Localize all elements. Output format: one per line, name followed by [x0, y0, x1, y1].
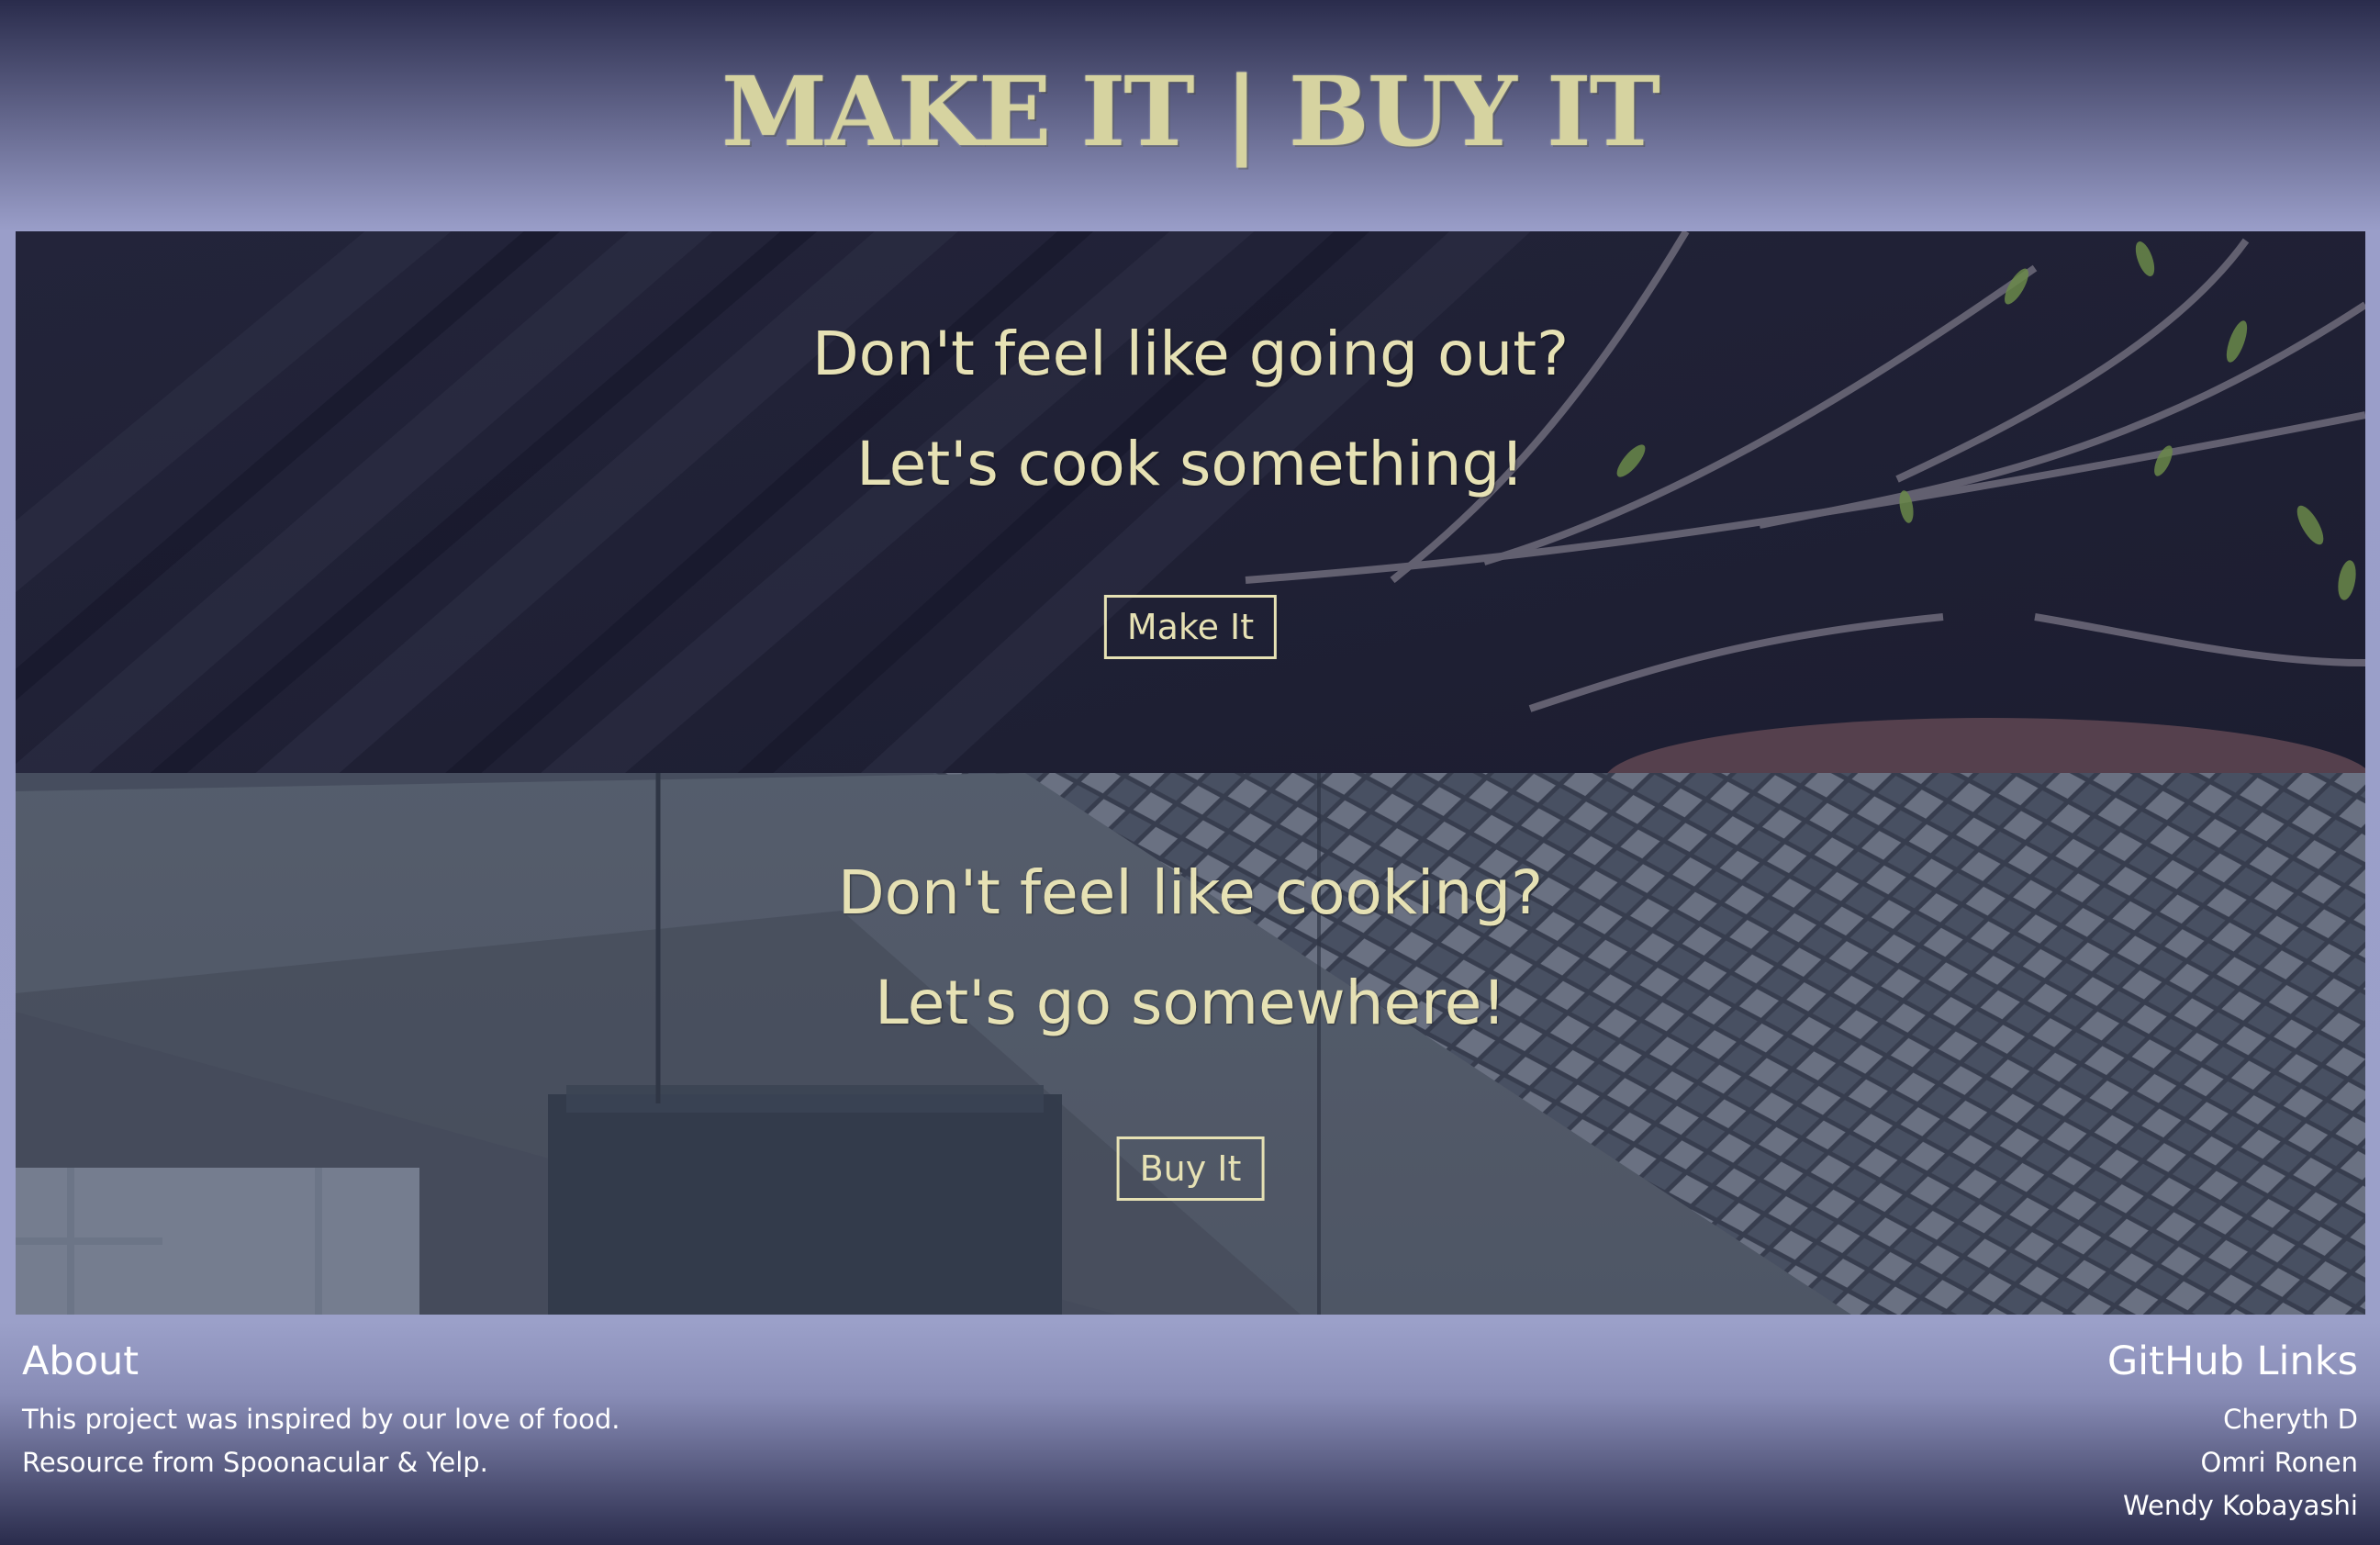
github-link-wendy[interactable]: Wendy Kobayashi: [2107, 1484, 2358, 1528]
footer-github-links: GitHub Links Cheryth D Omri Ronen Wendy …: [2107, 1342, 2358, 1528]
make-it-headline-2: Let's cook something!: [856, 429, 1525, 499]
github-link-omri[interactable]: Omri Ronen: [2107, 1441, 2358, 1484]
github-link-cheryth[interactable]: Cheryth D: [2107, 1398, 2358, 1441]
about-line-1: This project was inspired by our love of…: [22, 1404, 620, 1435]
make-it-headline-1: Don't feel like going out?: [811, 319, 1570, 389]
site-header: MAKE IT | BUY IT: [0, 0, 2380, 231]
buy-it-button[interactable]: Buy It: [1116, 1136, 1265, 1201]
make-it-panel: Don't feel like going out? Let's cook so…: [16, 231, 2365, 773]
site-title: MAKE IT | BUY IT: [721, 54, 1660, 168]
about-line-2: Resource from Spoonacular & Yelp.: [22, 1447, 488, 1478]
buy-it-headline-2: Let's go somewhere!: [875, 968, 1506, 1038]
github-links-heading: GitHub Links: [2106, 1338, 2358, 1384]
about-heading: About: [22, 1338, 140, 1384]
make-it-content: Don't feel like going out? Let's cook so…: [16, 231, 2365, 773]
buy-it-content: Don't feel like cooking? Let's go somewh…: [16, 773, 2365, 1315]
footer-about: About This project was inspired by our l…: [22, 1342, 620, 1484]
buy-it-panel: Don't feel like cooking? Let's go somewh…: [16, 773, 2365, 1315]
buy-it-headline-1: Don't feel like cooking?: [837, 857, 1544, 928]
make-it-button[interactable]: Make It: [1103, 595, 1278, 659]
